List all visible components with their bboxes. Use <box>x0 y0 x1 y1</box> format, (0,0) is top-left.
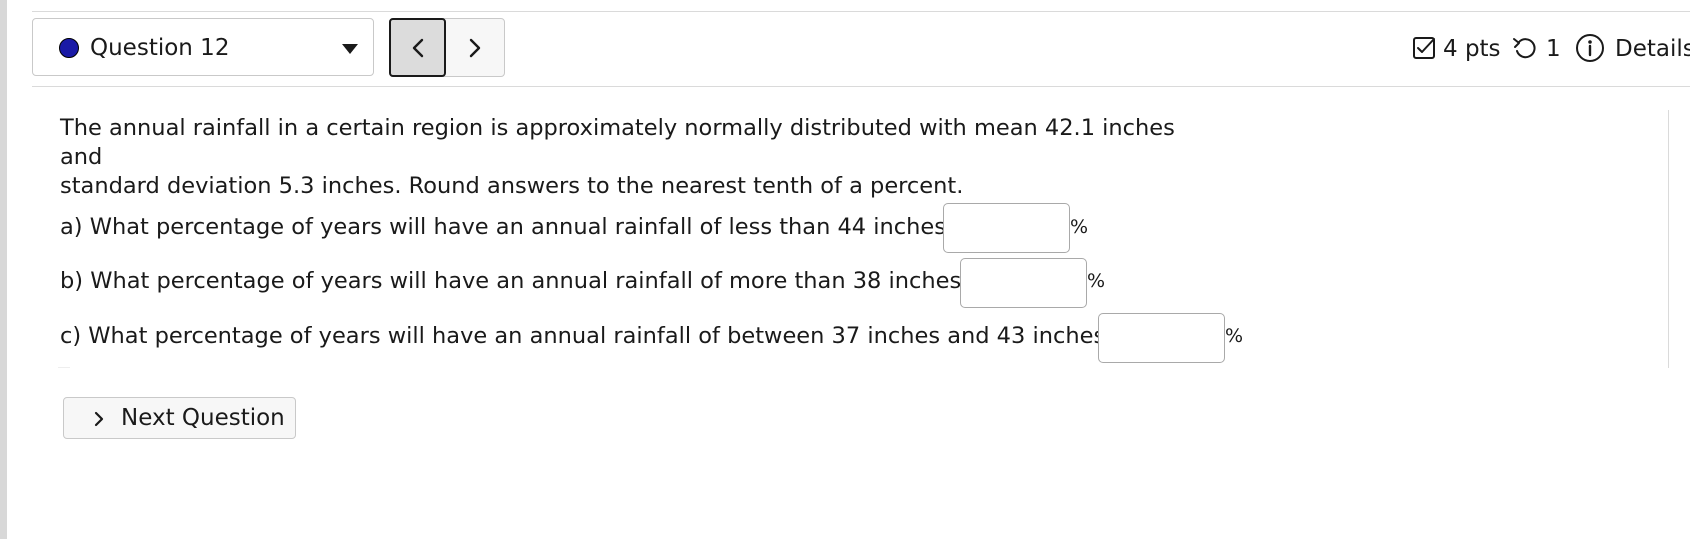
info-icon <box>1576 34 1604 62</box>
question-intro: The annual rainfall in a certain region … <box>60 114 1210 201</box>
question-intro-line-1: The annual rainfall in a certain region … <box>60 115 1175 170</box>
percent-unit-a: % <box>1070 216 1089 238</box>
top-divider <box>32 11 1690 12</box>
question-part-b-text: b) What percentage of years will have an… <box>60 268 974 294</box>
attempts-value: 1 <box>1546 36 1561 62</box>
left-sidebar-edge <box>0 0 7 539</box>
percent-unit-c: % <box>1225 325 1244 347</box>
chevron-left-icon <box>412 38 423 57</box>
percent-unit-b: % <box>1087 270 1106 292</box>
question-selector-label: Question 12 <box>90 35 230 61</box>
next-question-arrow-button[interactable] <box>446 19 504 76</box>
header-divider <box>32 86 1690 87</box>
answer-input-a[interactable] <box>943 203 1070 253</box>
question-page: Question 12 4 pts 1 Details The annual r… <box>0 0 1690 539</box>
question-status-dot <box>59 38 79 58</box>
question-selector[interactable]: Question 12 <box>32 18 374 76</box>
next-question-label: Next Question <box>121 405 285 431</box>
details-label: Details <box>1615 36 1690 62</box>
chevron-right-icon <box>469 38 481 57</box>
caret-down-icon <box>342 44 358 54</box>
answer-input-c[interactable] <box>1098 313 1225 363</box>
previous-question-button[interactable] <box>389 18 446 77</box>
content-bottom-divider <box>58 367 70 368</box>
question-part-c-text: c) What percentage of years will have an… <box>60 323 1118 349</box>
content-right-border <box>1668 110 1669 368</box>
retry-icon <box>1513 38 1536 59</box>
chevron-right-icon <box>94 411 104 427</box>
answer-input-b[interactable] <box>960 258 1087 308</box>
question-intro-line-2: standard deviation 5.3 inches. Round ans… <box>60 173 964 199</box>
question-part-a-text: a) What percentage of years will have an… <box>60 214 958 240</box>
points-value: 4 pts <box>1443 36 1501 62</box>
next-question-button[interactable]: Next Question <box>63 397 296 439</box>
checkbox-icon <box>1413 37 1435 59</box>
question-nav-group <box>389 18 505 77</box>
